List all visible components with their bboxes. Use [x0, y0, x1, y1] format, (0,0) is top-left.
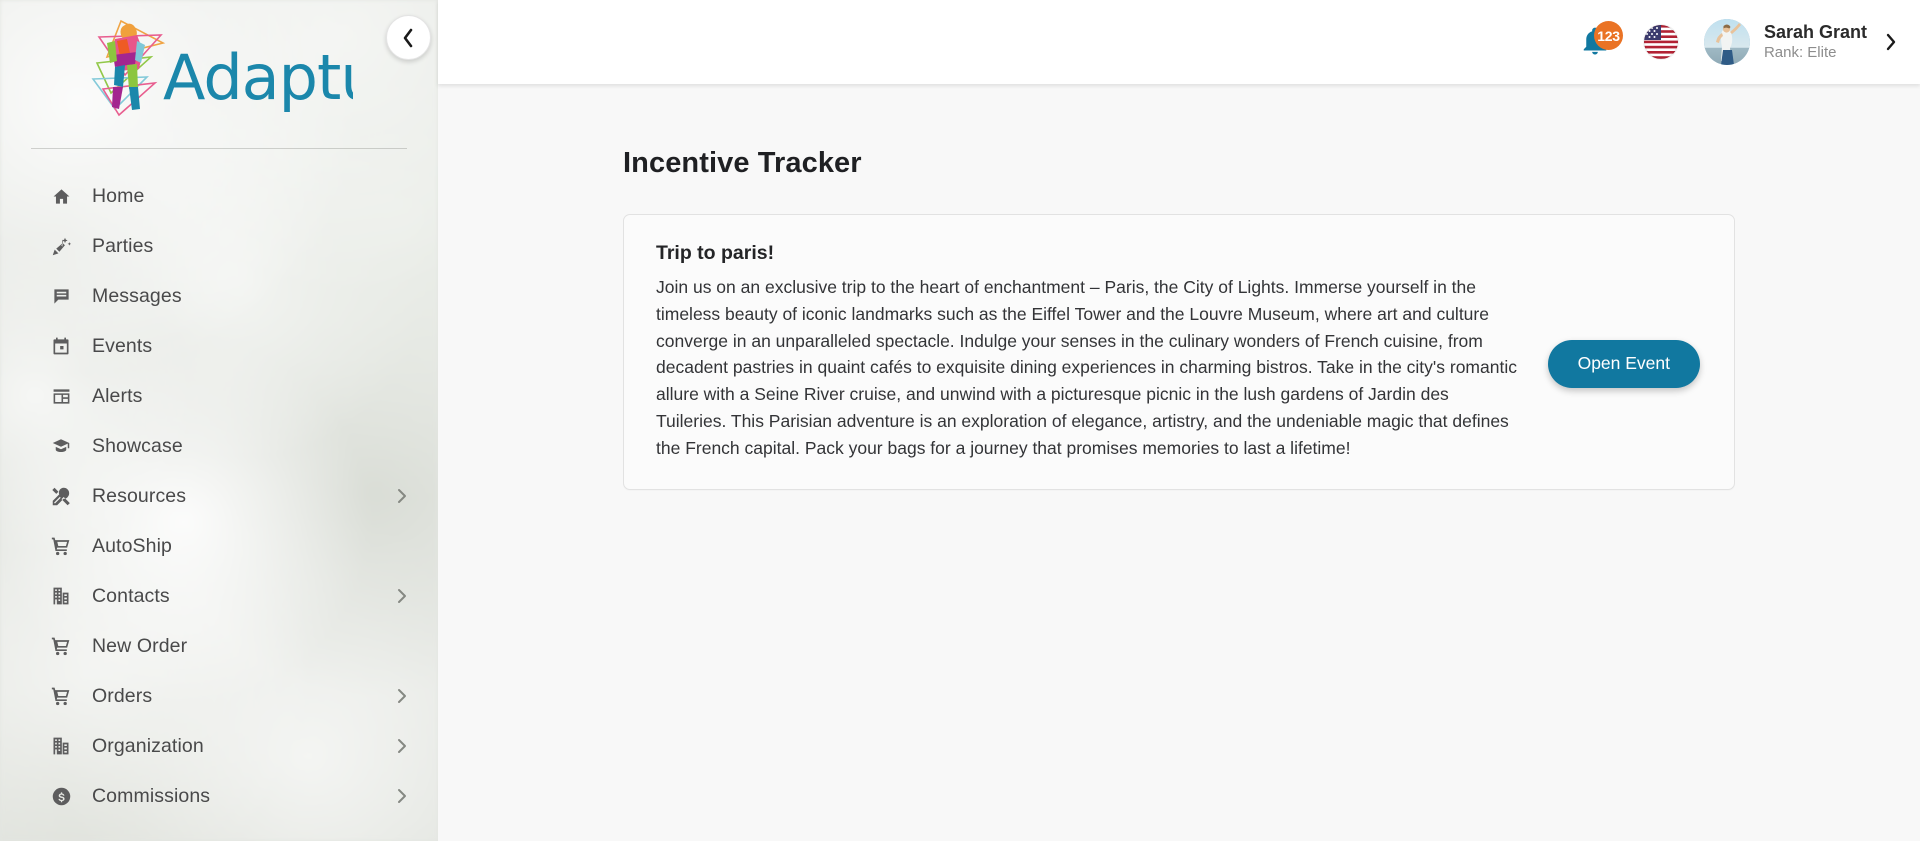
chevron-right-icon[interactable] — [397, 788, 407, 804]
notification-badge: 123 — [1593, 21, 1623, 50]
sidebar-item-showcase[interactable]: Showcase — [0, 421, 438, 471]
incentive-card-title: Trip to paris! — [656, 242, 775, 264]
sidebar-item-autoship[interactable]: AutoShip — [0, 521, 438, 571]
sidebar-item-events[interactable]: Events — [0, 321, 438, 371]
chevron-right-icon[interactable] — [397, 688, 407, 704]
page-content: Incentive Tracker Trip to paris! Join us… — [438, 84, 1920, 841]
sidebar-item-new-order[interactable]: New Order — [0, 621, 438, 671]
cart-icon — [49, 535, 73, 557]
incentive-card-body: Trip to paris! Join us on an exclusive t… — [656, 242, 1548, 461]
sidebar-item-label: AutoShip — [92, 534, 172, 557]
page-title: Incentive Tracker — [623, 147, 862, 179]
sidebar-item-label: Organization — [92, 734, 204, 757]
incentive-card: Trip to paris! Join us on an exclusive t… — [623, 214, 1735, 491]
party-popper-icon — [49, 235, 73, 257]
graduation-cap-icon — [49, 435, 73, 457]
sidebar-item-resources[interactable]: Resources — [0, 471, 438, 521]
message-icon — [49, 285, 73, 307]
sidebar-item-label: Parties — [92, 234, 154, 257]
avatar[interactable] — [1703, 19, 1750, 65]
topbar: 123 Sarah Grant Rank: Elite — [438, 0, 1920, 84]
incentive-card-description: Join us on an exclusive trip to the hear… — [656, 277, 1517, 458]
sidebar-item-organization[interactable]: Organization — [0, 721, 438, 771]
cart-icon — [49, 685, 73, 707]
sidebar-nav: Home Parties Messages Events Alerts Show… — [0, 149, 438, 821]
sidebar-item-label: Home — [92, 184, 145, 207]
brand-logo[interactable]: Adapture — [0, 0, 438, 132]
sidebar-item-label: New Order — [92, 634, 188, 657]
chevron-right-icon[interactable] — [397, 588, 407, 604]
chevron-right-icon[interactable] — [397, 738, 407, 754]
calendar-icon — [49, 335, 73, 357]
home-icon — [49, 185, 73, 207]
sidebar-item-label: Alerts — [92, 384, 143, 407]
sidebar-item-alerts[interactable]: Alerts — [0, 371, 438, 421]
sidebar-item-label: Resources — [92, 484, 187, 507]
incentive-card-action: Open Event — [1547, 242, 1704, 388]
building-icon — [49, 585, 73, 607]
sidebar-item-commissions[interactable]: Commissions — [0, 771, 438, 821]
sidebar-item-label: Events — [92, 334, 153, 357]
app-root: Adapture Home Parties — [0, 0, 1920, 841]
user-name: Sarah Grant — [1763, 22, 1867, 43]
adapture-logo-icon: Adapture — [91, 19, 353, 117]
user-rank: Rank: Elite — [1763, 43, 1837, 61]
user-menu-button[interactable] — [1885, 32, 1898, 52]
sidebar-item-messages[interactable]: Messages — [0, 271, 438, 321]
open-event-button[interactable]: Open Event — [1547, 340, 1700, 388]
sidebar-item-label: Messages — [92, 284, 182, 307]
notifications-button[interactable]: 123 — [1572, 19, 1623, 65]
sidebar-item-label: Showcase — [92, 434, 183, 457]
user-info[interactable]: Sarah Grant Rank: Elite — [1764, 21, 1867, 62]
sidebar-collapse-button[interactable] — [386, 15, 431, 60]
alerts-panel-icon — [49, 385, 73, 407]
chevron-left-icon — [403, 28, 413, 47]
building-icon — [49, 735, 73, 757]
main-area: 123 Sarah Grant Rank: Elite Incentive Tr… — [438, 0, 1920, 841]
sidebar-item-contacts[interactable]: Contacts — [0, 571, 438, 621]
tools-icon — [49, 485, 73, 507]
sidebar-item-orders[interactable]: Orders — [0, 671, 438, 721]
flag-us-icon[interactable] — [1643, 25, 1678, 59]
dollar-circle-icon — [49, 785, 73, 807]
sidebar-item-label: Orders — [92, 684, 153, 707]
sidebar-item-label: Commissions — [92, 784, 211, 807]
cart-icon — [49, 635, 73, 657]
sidebar-item-label: Contacts — [92, 584, 170, 607]
sidebar: Adapture Home Parties — [0, 0, 438, 841]
chevron-right-icon[interactable] — [397, 488, 407, 504]
chevron-right-icon — [1886, 33, 1896, 51]
sidebar-item-parties[interactable]: Parties — [0, 221, 438, 271]
sidebar-item-home[interactable]: Home — [0, 171, 438, 221]
svg-text:Adapture: Adapture — [163, 41, 353, 114]
